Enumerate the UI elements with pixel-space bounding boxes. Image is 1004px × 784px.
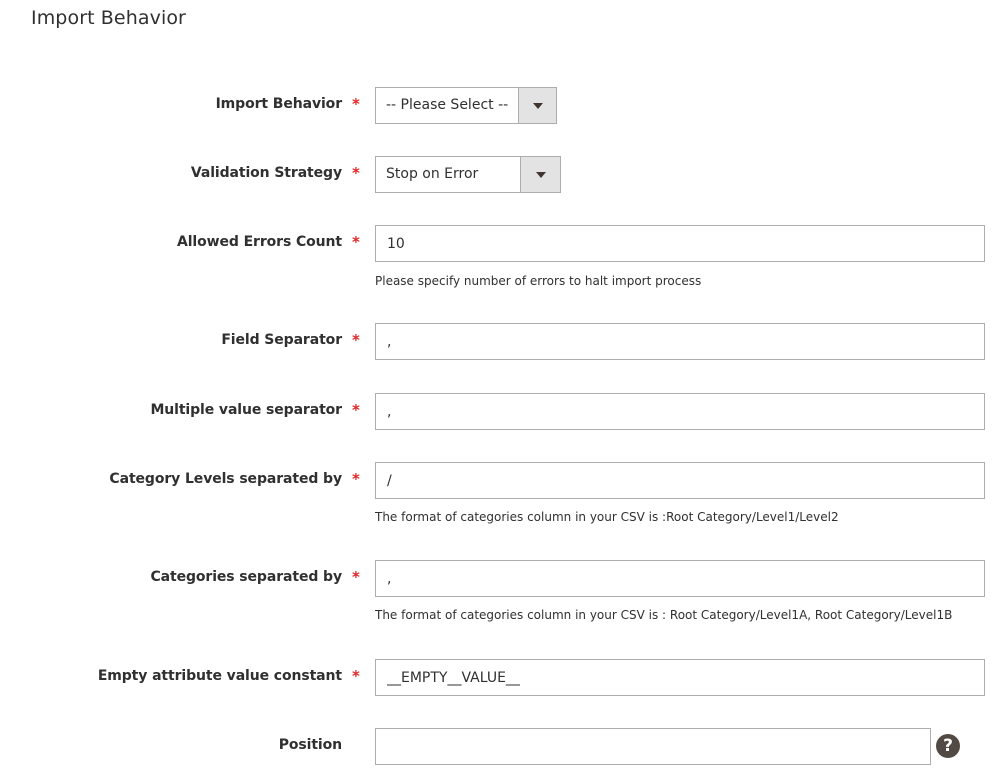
section-title: Import Behavior <box>31 7 186 29</box>
multiple-value-separator-label: Multiple value separator <box>150 402 342 418</box>
field-separator-label: Field Separator <box>221 332 342 348</box>
empty-attribute-value-label: Empty attribute value constant <box>97 668 342 684</box>
required-marker: * <box>352 470 360 488</box>
dropdown-arrow[interactable] <box>518 88 556 123</box>
allowed-errors-count-label: Allowed Errors Count <box>177 234 342 250</box>
position-input[interactable] <box>375 728 931 765</box>
chevron-down-icon <box>535 171 546 178</box>
category-levels-separator-label: Category Levels separated by <box>109 471 342 487</box>
categories-separator-label: Categories separated by <box>150 569 342 585</box>
validation-strategy-label: Validation Strategy <box>190 165 342 181</box>
chevron-down-icon <box>532 102 543 109</box>
category-levels-separator-input[interactable] <box>375 462 985 499</box>
required-marker: * <box>352 667 360 685</box>
allowed-errors-count-note: Please specify number of errors to halt … <box>375 274 702 288</box>
multiple-value-separator-input[interactable] <box>375 393 985 430</box>
required-marker: * <box>352 164 360 182</box>
validation-strategy-select[interactable]: Stop on Error <box>375 156 561 193</box>
allowed-errors-count-input[interactable] <box>375 225 985 262</box>
import-behavior-label: Import Behavior <box>215 96 343 112</box>
import-behavior-select[interactable]: -- Please Select -- <box>375 87 557 124</box>
required-marker: * <box>352 95 360 113</box>
validation-strategy-value: Stop on Error <box>386 166 479 182</box>
categories-separator-input[interactable] <box>375 560 985 597</box>
help-icon[interactable]: ? <box>936 734 960 758</box>
required-marker: * <box>352 233 360 251</box>
position-label: Position <box>278 737 342 753</box>
category-levels-separator-note: The format of categories column in your … <box>375 510 839 524</box>
field-separator-input[interactable] <box>375 323 985 360</box>
import-behavior-value: -- Please Select -- <box>386 97 509 113</box>
required-marker: * <box>352 401 360 419</box>
dropdown-arrow[interactable] <box>520 157 560 192</box>
empty-attribute-value-input[interactable] <box>375 659 985 696</box>
required-marker: * <box>352 331 360 349</box>
required-marker: * <box>352 568 360 586</box>
categories-separator-note: The format of categories column in your … <box>375 608 953 622</box>
